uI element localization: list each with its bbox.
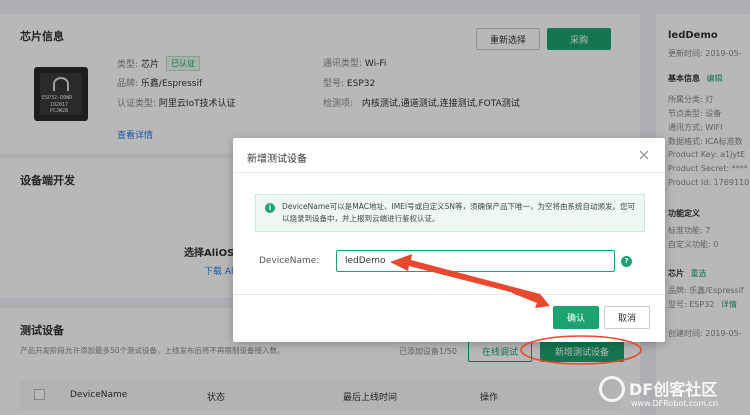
watermark-logo-icon [599,376,625,402]
annotation-layer [390,254,642,365]
highlight-ellipse [520,335,642,365]
watermark: DF创客社区 www.DFRobot.com.cn [595,372,750,415]
watermark-brand: DF创客社区 [629,380,718,399]
watermark-url: www.DFRobot.com.cn [631,399,719,408]
